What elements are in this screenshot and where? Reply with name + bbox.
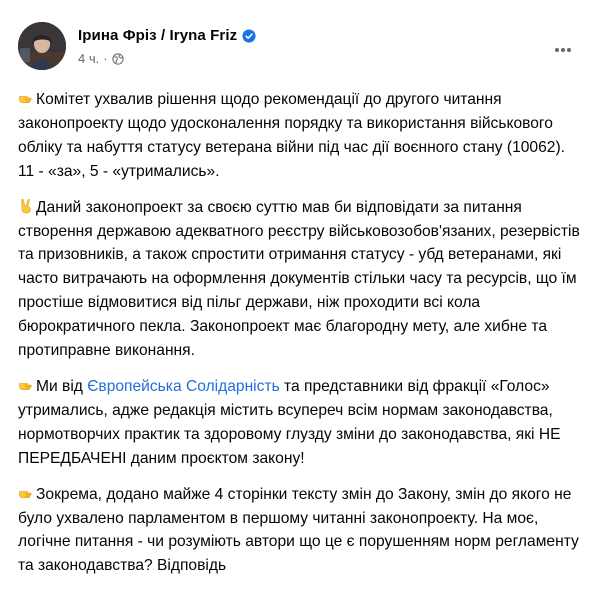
paragraph-text: Комітет ухвалив рішення щодо рекомендаці… — [18, 91, 565, 180]
author-line: Ірина Фріз / Iryna Friz — [78, 27, 256, 44]
paragraph-text: Зокрема, додано майже 4 сторінки тексту … — [18, 485, 579, 575]
avatar-image — [18, 22, 66, 70]
post-paragraph-2: Даний законопроект за своєю суттю мав би… — [18, 196, 583, 363]
backhand-index-pointing-right-icon — [18, 377, 34, 393]
post-paragraph-1: Комітет ухвалив рішення щодо рекомендаці… — [18, 88, 583, 184]
post-body: Комітет ухвалив рішення щодо рекомендаці… — [18, 88, 583, 590]
backhand-index-pointing-right-icon — [18, 90, 34, 106]
post-timestamp[interactable]: 4 ч. — [78, 51, 99, 66]
paragraph-text-before-link: Ми від — [36, 377, 88, 395]
post-paragraph-3: Ми від Європейська Солідарність та предс… — [18, 375, 583, 471]
meta-separator: · — [103, 51, 108, 66]
paragraph-text: Даний законопроект за своєю суттю мав би… — [18, 198, 580, 360]
post-header: Ірина Фріз / Iryna Friz 4 ч. · — [18, 18, 581, 78]
post-paragraph-4: Зокрема, додано майже 4 сторінки тексту … — [18, 483, 583, 579]
victory-hand-icon — [18, 198, 34, 214]
verified-badge-icon — [242, 28, 256, 43]
more-dots-icon — [555, 48, 571, 52]
author-avatar[interactable] — [18, 22, 66, 70]
backhand-index-pointing-right-icon — [18, 485, 34, 501]
post-meta: 4 ч. · — [78, 51, 124, 66]
author-name[interactable]: Ірина Фріз / Iryna Friz — [78, 27, 237, 44]
facebook-post: Ірина Фріз / Iryna Friz 4 ч. · Комітет у… — [0, 0, 599, 600]
page-mention-link[interactable]: Європейська Солідарність — [87, 378, 280, 395]
more-options-button[interactable] — [545, 32, 581, 68]
globe-icon[interactable] — [111, 52, 124, 65]
